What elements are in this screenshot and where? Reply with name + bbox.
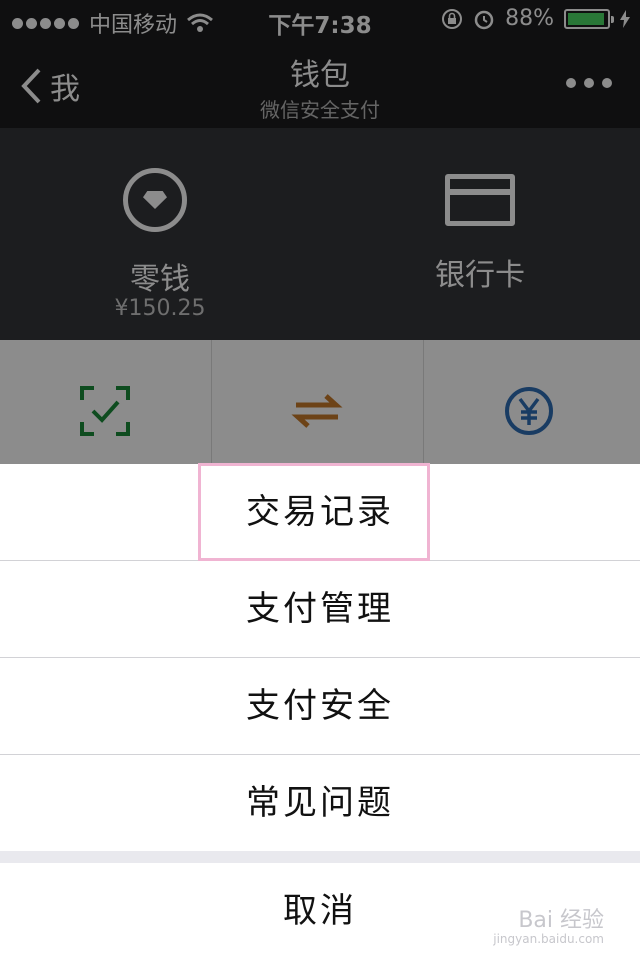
payment-management-button[interactable]: 支付管理 — [0, 561, 640, 658]
baidu-watermark: Bai 经验 jingyan.baidu.com — [493, 907, 604, 946]
transaction-records-button[interactable]: 交易记录 — [0, 464, 640, 561]
watermark-text: Bai 经验 — [518, 907, 604, 933]
action-sheet: 交易记录 支付管理 支付安全 常见问题 取消 — [0, 464, 640, 960]
watermark-sub: jingyan.baidu.com — [493, 931, 604, 946]
payment-security-button[interactable]: 支付安全 — [0, 658, 640, 755]
faq-button[interactable]: 常见问题 — [0, 755, 640, 851]
